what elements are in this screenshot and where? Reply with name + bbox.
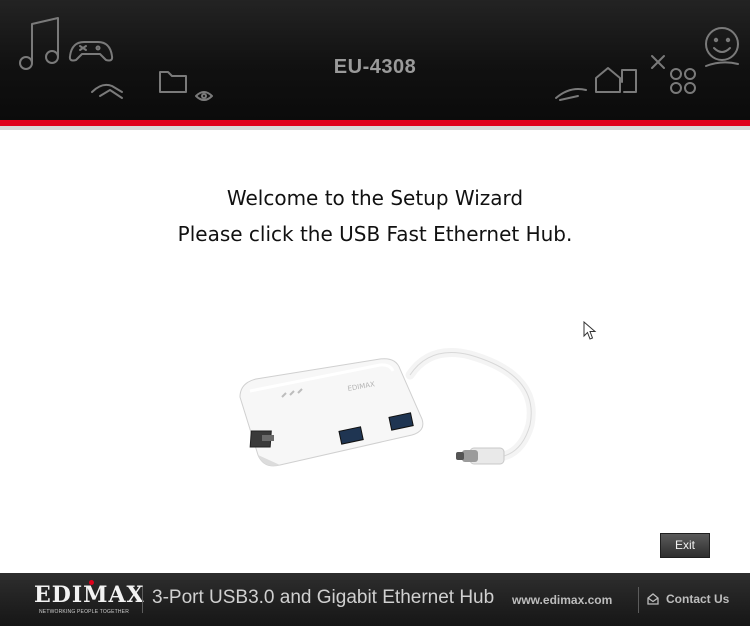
footer-product-name: 3-Port USB3.0 and Gigabit Ethernet Hub [152, 587, 495, 608]
website-link[interactable]: www.edimax.com [512, 593, 612, 607]
pencil-icon [555, 88, 587, 101]
eye-icon [195, 91, 213, 101]
usb-c-plug [456, 447, 505, 465]
mouse-cursor-icon [583, 321, 597, 340]
logo-red-dot [89, 580, 94, 585]
envelope-icon [647, 593, 659, 605]
footer-divider [638, 587, 639, 613]
product-model-title: EU-4308 [333, 56, 417, 78]
edimax-logo[interactable]: EDIMAX NETWORKING PEOPLE TOGETHER [34, 580, 145, 619]
app-header: EU-4308 [0, 0, 750, 120]
handshake-icon [91, 83, 123, 99]
header-accent-shadow [0, 126, 750, 130]
contact-us-label: Contact Us [666, 592, 730, 606]
app-footer: EDIMAX NETWORKING PEOPLE TOGETHER 3-Port… [0, 573, 750, 626]
welcome-heading: Welcome to the Setup Wizard [226, 186, 524, 210]
ethernet-port [249, 430, 274, 448]
contact-us-link[interactable]: Contact Us [646, 587, 729, 611]
logo-brand: EDIMAX [34, 582, 145, 608]
exit-button[interactable]: Exit [660, 533, 710, 558]
footer-divider [142, 587, 143, 613]
usb-ethernet-hub-image[interactable]: EDIMAX [230, 335, 560, 495]
logo-tagline: NETWORKING PEOPLE TOGETHER [38, 609, 130, 615]
instruction-text: Please click the USB Fast Ethernet Hub. [177, 222, 573, 246]
